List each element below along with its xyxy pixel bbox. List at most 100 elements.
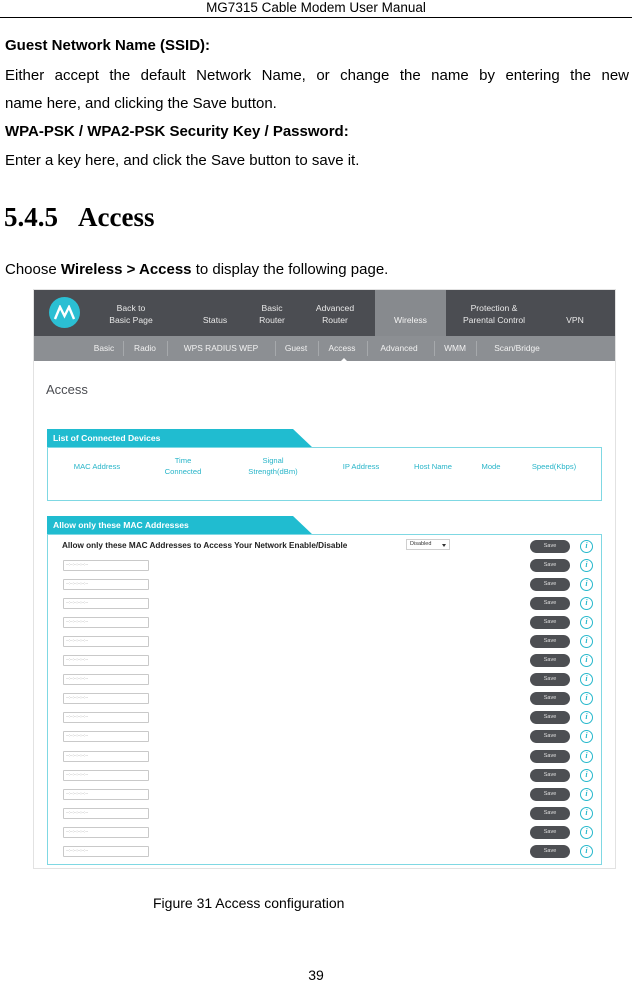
info-icon[interactable]: i [580, 825, 593, 839]
mac-entry-row: --:--:--:--:--:-- Save i [34, 670, 615, 689]
mac-address-input[interactable]: --:--:--:--:--:-- [63, 693, 149, 705]
mac-address-input[interactable]: --:--:--:--:--:-- [63, 769, 149, 781]
mac-entry-row: --:--:--:--:--:-- Save i [34, 708, 615, 727]
guest-ssid-text-line2: name here, and clicking the Save button. [5, 95, 277, 112]
subnav-guest[interactable]: Guest [279, 336, 313, 361]
subnav-divider [434, 341, 435, 356]
mac-address-input[interactable]: --:--:--:--:--:-- [63, 712, 149, 724]
save-button[interactable]: Save [530, 540, 570, 553]
mac-address-input[interactable]: --:--:--:--:--:-- [63, 807, 149, 819]
guest-ssid-text-line1: Either accept the default Network Name, … [5, 67, 629, 84]
column-host-name: Host Name [414, 462, 452, 471]
page-title: Access [46, 382, 88, 397]
mac-address-input[interactable]: --:--:--:--:--:-- [63, 788, 149, 800]
subnav-divider [318, 341, 319, 356]
mac-address-input[interactable]: --:--:--:--:--:-- [63, 579, 149, 591]
running-header: MG7315 Cable Modem User Manual [0, 0, 632, 18]
motorola-m-icon [54, 305, 75, 320]
section-number: 5.4.5 [4, 202, 58, 232]
save-button[interactable]: Save [530, 711, 570, 725]
info-icon[interactable]: i [580, 787, 593, 801]
mac-entry-row: --:--:--:--:--:-- Save i [34, 575, 615, 594]
info-icon[interactable]: i [580, 806, 593, 820]
save-button[interactable]: Save [530, 825, 570, 839]
subnav-wmm[interactable]: WMM [438, 336, 472, 361]
info-icon[interactable]: i [580, 711, 593, 725]
save-button[interactable]: Save [530, 559, 570, 572]
choose-instruction: Choose Wireless > Access to display the … [5, 261, 389, 278]
save-button[interactable]: Save [530, 673, 570, 687]
mac-address-input[interactable]: --:--:--:--:--:-- [63, 560, 149, 571]
info-icon[interactable]: i [580, 673, 593, 687]
info-icon[interactable]: i [580, 616, 593, 630]
save-button[interactable]: Save [530, 578, 570, 592]
guest-ssid-heading: Guest Network Name (SSID): [5, 37, 211, 54]
nav-back-to-basic[interactable]: Back to Basic Page [92, 290, 170, 336]
mac-address-input[interactable]: --:--:--:--:--:-- [63, 826, 149, 838]
mac-entry-row: --:--:--:--:--:-- Save i [34, 727, 615, 746]
nav-status[interactable]: Status [192, 290, 238, 336]
info-icon[interactable]: i [580, 635, 593, 649]
mac-address-input[interactable]: --:--:--:--:--:-- [63, 731, 149, 743]
motorola-logo[interactable] [49, 297, 80, 328]
mac-entry-row: --:--:--:--:--:-- Save i [34, 613, 615, 632]
connected-devices-header: List of Connected Devices [47, 429, 313, 448]
menu-path: Wireless > Access [60, 261, 192, 278]
subnav-scan-bridge[interactable]: Scan/Bridge [480, 336, 554, 361]
subnav-divider [167, 341, 168, 356]
column-time-connected: Time Connected [164, 456, 202, 476]
mac-address-input[interactable]: --:--:--:--:--:-- [63, 750, 149, 762]
mac-address-input[interactable]: --:--:--:--:--:-- [63, 845, 149, 857]
info-icon[interactable]: i [580, 692, 593, 706]
subnav-wps-radius-wep[interactable]: WPS RADIUS WEP [171, 336, 271, 361]
active-tab-indicator [339, 358, 349, 363]
subnav-radio[interactable]: Radio [127, 336, 163, 361]
save-button[interactable]: Save [530, 654, 570, 668]
mac-filter-enable-row: Save i [34, 537, 615, 556]
info-icon[interactable]: i [580, 597, 593, 611]
save-button[interactable]: Save [530, 616, 570, 630]
mac-entry-row: --:--:--:--:--:-- Save i [34, 842, 615, 861]
nav-protection-parental-control[interactable]: Protection & Parental Control [451, 290, 537, 336]
column-signal-strength: Signal Strength(dBm) [248, 456, 298, 476]
mac-address-input[interactable]: --:--:--:--:--:-- [63, 674, 149, 686]
nav-vpn[interactable]: VPN [553, 290, 597, 336]
info-icon[interactable]: i [580, 540, 593, 553]
nav-basic-router[interactable]: Basic Router [250, 290, 294, 336]
mac-filter-header: Allow only these MAC Addresses [47, 516, 313, 535]
nav-wireless[interactable]: Wireless [375, 290, 446, 336]
column-speed: Speed(Kbps) [531, 462, 577, 471]
save-button[interactable]: Save [530, 635, 570, 649]
mac-address-input[interactable]: --:--:--:--:--:-- [63, 636, 149, 648]
mac-entry-row: --:--:--:--:--:-- Save i [34, 804, 615, 823]
subnav-divider [123, 341, 124, 356]
info-icon[interactable]: i [580, 749, 593, 763]
info-icon[interactable]: i [580, 654, 593, 668]
mac-address-input[interactable]: --:--:--:--:--:-- [63, 655, 149, 667]
column-ip-address: IP Address [342, 462, 380, 471]
nav-advanced-router[interactable]: Advanced Router [306, 290, 364, 336]
mac-address-input[interactable]: --:--:--:--:--:-- [63, 598, 149, 610]
info-icon[interactable]: i [580, 559, 593, 572]
save-button[interactable]: Save [530, 806, 570, 820]
save-button[interactable]: Save [530, 730, 570, 744]
save-button[interactable]: Save [530, 844, 570, 858]
save-button[interactable]: Save [530, 787, 570, 801]
info-icon[interactable]: i [580, 730, 593, 744]
subnav-divider [367, 341, 368, 356]
save-button[interactable]: Save [530, 768, 570, 782]
save-button[interactable]: Save [530, 692, 570, 706]
mac-entry-row: --:--:--:--:--:-- Save i [34, 766, 615, 785]
info-icon[interactable]: i [580, 844, 593, 858]
save-button[interactable]: Save [530, 597, 570, 611]
mac-entry-row: --:--:--:--:--:-- Save i [34, 632, 615, 651]
subnav-basic[interactable]: Basic [89, 336, 119, 361]
mac-entry-row: --:--:--:--:--:-- Save i [34, 785, 615, 804]
info-icon[interactable]: i [580, 578, 593, 592]
wpa-text: Enter a key here, and click the Save but… [5, 152, 360, 169]
mac-address-input[interactable]: --:--:--:--:--:-- [63, 617, 149, 629]
column-mode: Mode [481, 462, 501, 471]
subnav-advanced[interactable]: Advanced [371, 336, 427, 361]
info-icon[interactable]: i [580, 768, 593, 782]
save-button[interactable]: Save [530, 749, 570, 763]
